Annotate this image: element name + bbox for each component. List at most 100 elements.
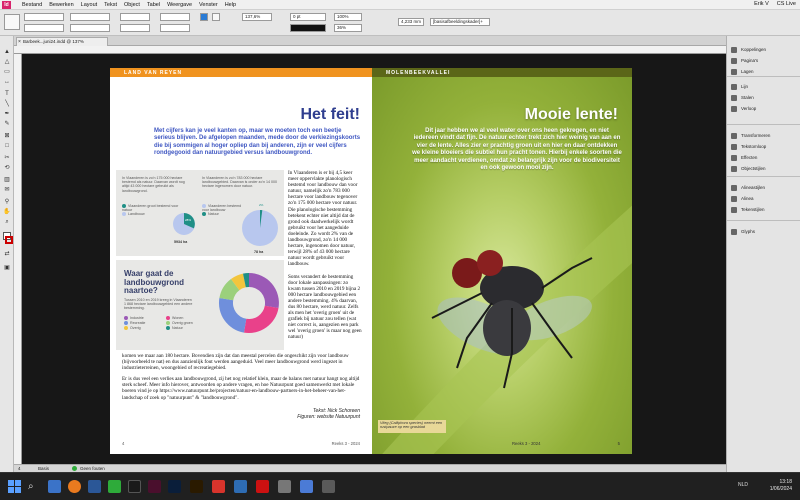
user-name[interactable]: Erik V bbox=[754, 1, 769, 7]
rotate-field[interactable] bbox=[160, 13, 190, 21]
pen-tool-icon[interactable]: ✒ bbox=[3, 110, 11, 118]
hand-tool-icon[interactable]: ✋ bbox=[3, 208, 11, 216]
lead-paragraph[interactable]: Met cijfers kan je veel kanten op, maar … bbox=[154, 128, 362, 158]
panel-gradient[interactable]: Verloop bbox=[727, 103, 800, 114]
panel-stroke[interactable]: Lijn bbox=[727, 81, 800, 92]
windows-start-icon[interactable] bbox=[8, 480, 21, 493]
direct-selection-tool-icon[interactable]: △ bbox=[3, 58, 11, 66]
clock[interactable]: 13:18 1/06/2024 bbox=[770, 479, 792, 493]
scale-y-field[interactable] bbox=[120, 24, 150, 32]
filezilla-icon[interactable] bbox=[256, 480, 269, 493]
menu-tekst[interactable]: Tekst bbox=[104, 2, 117, 8]
selection-tool-icon[interactable]: ▲ bbox=[3, 48, 11, 56]
pencil-tool-icon[interactable]: ✎ bbox=[3, 120, 11, 128]
rectangle-tool-icon[interactable]: □ bbox=[3, 142, 11, 150]
task-view-icon[interactable] bbox=[48, 480, 61, 493]
right-page[interactable]: MOLENBEEKVALLEI Mooie lente! Dit jaar he… bbox=[372, 68, 632, 454]
fly-photo[interactable] bbox=[372, 68, 632, 454]
menu-weergave[interactable]: Weergave bbox=[167, 2, 192, 8]
app-icon-1[interactable] bbox=[278, 480, 291, 493]
opacity-field[interactable]: 100% bbox=[334, 13, 362, 21]
scale-x-field[interactable] bbox=[120, 13, 150, 21]
zoom-field[interactable]: 137,6% bbox=[242, 13, 272, 21]
panel-paragraph[interactable]: Alinea bbox=[727, 193, 800, 204]
app-icon-3[interactable] bbox=[322, 480, 335, 493]
tint-field[interactable]: 36% bbox=[334, 24, 362, 32]
panel-label: Effecten bbox=[741, 155, 758, 160]
panel-charstyles[interactable]: Tekenstijlen bbox=[727, 204, 800, 215]
fill-swatch-icon[interactable] bbox=[200, 13, 208, 21]
menu-bewerken[interactable]: Bewerken bbox=[49, 2, 73, 8]
body-paragraph-1: In Vlaanderen is er bij 4,5 keer meer op… bbox=[288, 170, 358, 268]
left-page[interactable]: LAND VAN REYEN Het feit! Met cijfers kan… bbox=[110, 68, 372, 454]
rectangle-frame-tool-icon[interactable]: ⊠ bbox=[3, 132, 11, 140]
menu-object[interactable]: Object bbox=[124, 2, 140, 8]
panel-links[interactable]: Koppelingen bbox=[727, 44, 800, 55]
indesign-icon[interactable] bbox=[148, 480, 161, 493]
panel-swatches[interactable]: Stalen bbox=[727, 92, 800, 103]
panel-transform[interactable]: Transformeren bbox=[727, 130, 800, 141]
panel-pages[interactable]: Pagina's bbox=[727, 55, 800, 66]
body-full-width[interactable]: komen we maar aan 180 hectare. Bovendien… bbox=[122, 353, 362, 401]
menu-layout[interactable]: Layout bbox=[81, 2, 98, 8]
page-field[interactable]: 4 bbox=[18, 465, 21, 472]
stroke-type-select[interactable] bbox=[290, 24, 326, 32]
panel-objectstyles[interactable]: Objectstijlen bbox=[727, 163, 800, 174]
menu-bestand[interactable]: Bestand bbox=[22, 2, 42, 8]
free-transform-tool-icon[interactable]: ⟲ bbox=[3, 164, 11, 172]
note-tool-icon[interactable]: ✉ bbox=[3, 186, 11, 194]
menu-help[interactable]: Help bbox=[225, 2, 236, 8]
scissors-tool-icon[interactable]: ✂ bbox=[3, 154, 11, 162]
height-field[interactable] bbox=[70, 24, 110, 32]
excel-icon[interactable] bbox=[108, 480, 121, 493]
reference-point-icon[interactable] bbox=[4, 14, 20, 30]
object-style-select[interactable]: [basisafbeeldingskader]+ bbox=[430, 18, 490, 26]
horizontal-ruler[interactable] bbox=[14, 46, 726, 54]
app-icon-2[interactable] bbox=[300, 480, 313, 493]
cc-live-button[interactable]: CS Live bbox=[777, 1, 796, 7]
file-explorer-icon[interactable] bbox=[234, 480, 247, 493]
width-field[interactable] bbox=[70, 13, 110, 21]
swap-colors-icon[interactable]: ⇄ bbox=[3, 250, 11, 258]
photo-caption[interactable]: Vlieg (Calliphora species) neemt een rus… bbox=[378, 420, 446, 433]
preflight-status[interactable]: Geen fouten bbox=[80, 465, 105, 472]
infographic-landbouwgrond[interactable]: Waar gaat de landbouwgrond naartoe? Tuss… bbox=[116, 260, 284, 350]
language-indicator[interactable]: NLD bbox=[738, 482, 748, 488]
x-position-field[interactable] bbox=[24, 13, 64, 21]
body-column-1[interactable]: In Vlaanderen is er bij 4,5 keer meer op… bbox=[288, 170, 362, 341]
search-icon[interactable]: ⌕ bbox=[28, 480, 41, 493]
stroke-color-icon[interactable] bbox=[5, 236, 13, 244]
panel-effects[interactable]: Effecten bbox=[727, 152, 800, 163]
panel-textwrap[interactable]: Tekstomloop bbox=[727, 141, 800, 152]
stroke-width-field[interactable]: 4,233 mm bbox=[398, 18, 424, 26]
view-mode-icon[interactable]: ▣ bbox=[3, 264, 11, 272]
photoshop-icon[interactable] bbox=[168, 480, 181, 493]
vertical-ruler[interactable] bbox=[14, 54, 22, 464]
app-x-icon[interactable] bbox=[128, 480, 141, 493]
acrobat-icon[interactable] bbox=[212, 480, 225, 493]
line-tool-icon[interactable]: ╲ bbox=[3, 100, 11, 108]
infographic-text-a: In Vlaanderen is zo'n 175 000 hectare be… bbox=[122, 176, 185, 193]
illustrator-icon[interactable] bbox=[190, 480, 203, 493]
panel-glyphs[interactable]: Glyphs bbox=[727, 226, 800, 237]
page-title[interactable]: Het feit! bbox=[300, 106, 360, 124]
menu-tabel[interactable]: Tabel bbox=[147, 2, 160, 8]
infographic-natuur-landbouw[interactable]: In Vlaanderen is zo'n 175 000 hectare be… bbox=[116, 170, 284, 256]
zoom-tool-icon[interactable]: ⌕ bbox=[3, 218, 11, 226]
y-position-field[interactable] bbox=[24, 24, 64, 32]
type-tool-icon[interactable]: T bbox=[3, 90, 11, 98]
panel-label: Stalen bbox=[741, 95, 754, 100]
page-tool-icon[interactable]: ▭ bbox=[3, 68, 11, 76]
word-icon[interactable] bbox=[88, 480, 101, 493]
shear-field[interactable] bbox=[160, 24, 190, 32]
eyedropper-tool-icon[interactable]: ⚲ bbox=[3, 198, 11, 206]
menu-venster[interactable]: Venster bbox=[199, 2, 218, 8]
firefox-icon[interactable] bbox=[68, 480, 81, 493]
stroke-swatch-icon[interactable] bbox=[212, 13, 220, 21]
panel-parastyles[interactable]: Alineastijlen bbox=[727, 182, 800, 193]
gap-tool-icon[interactable]: ↔ bbox=[3, 78, 11, 86]
document-tab[interactable]: × Barbeek...juni24.indd @ 137% bbox=[16, 37, 108, 46]
stroke-weight-field[interactable]: 0 pt bbox=[290, 13, 326, 21]
gradient-tool-icon[interactable]: ▥ bbox=[3, 176, 11, 184]
close-tab-icon[interactable]: × bbox=[18, 38, 21, 46]
